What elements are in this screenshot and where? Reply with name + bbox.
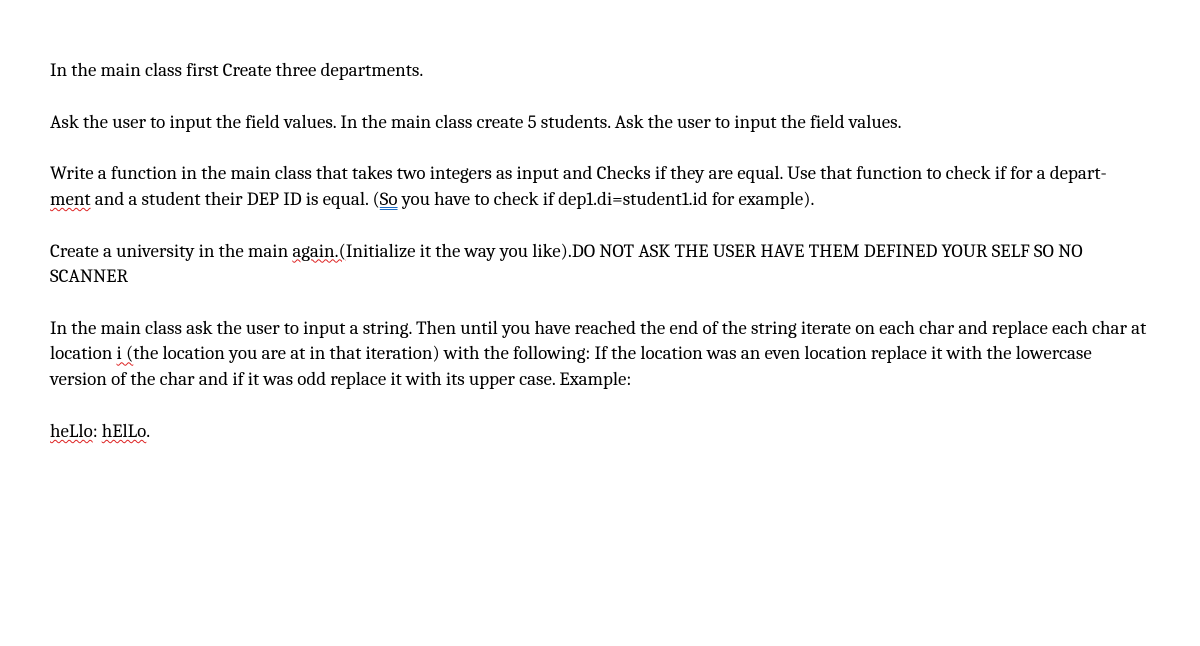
paragraph-5: In the main class ask the user to input … <box>50 316 1150 393</box>
paragraph-4: Create a university in the main again.(I… <box>50 239 1150 290</box>
text: Ask the user to input the field values. … <box>50 111 902 133</box>
text: Write a function in the main class that … <box>50 162 1107 184</box>
text: the location you are at in that iteratio… <box>50 342 1092 390</box>
spellcheck-hello1: heLlo <box>50 420 93 442</box>
paragraph-1: In the main class first Create three dep… <box>50 58 1150 84</box>
spellcheck-i: i ( <box>117 342 134 364</box>
text: you have to check if dep1.di=student1.id… <box>398 188 815 210</box>
spellcheck-hello2: hElLo <box>102 420 147 442</box>
text: : <box>93 420 102 442</box>
spellcheck-again: again.( <box>292 240 345 262</box>
text: In the main class first Create three dep… <box>50 59 423 81</box>
paragraph-2: Ask the user to input the field values. … <box>50 110 1150 136</box>
text: . <box>146 420 150 442</box>
paragraph-6: heLlo: hElLo. <box>50 419 1150 445</box>
text: and a student their DEP ID is equal. ( <box>91 188 380 210</box>
grammarcheck-so: So <box>380 188 398 210</box>
spellcheck-ment: ment <box>50 188 91 210</box>
text: Create a university in the main <box>50 240 292 262</box>
paragraph-3: Write a function in the main class that … <box>50 161 1150 212</box>
